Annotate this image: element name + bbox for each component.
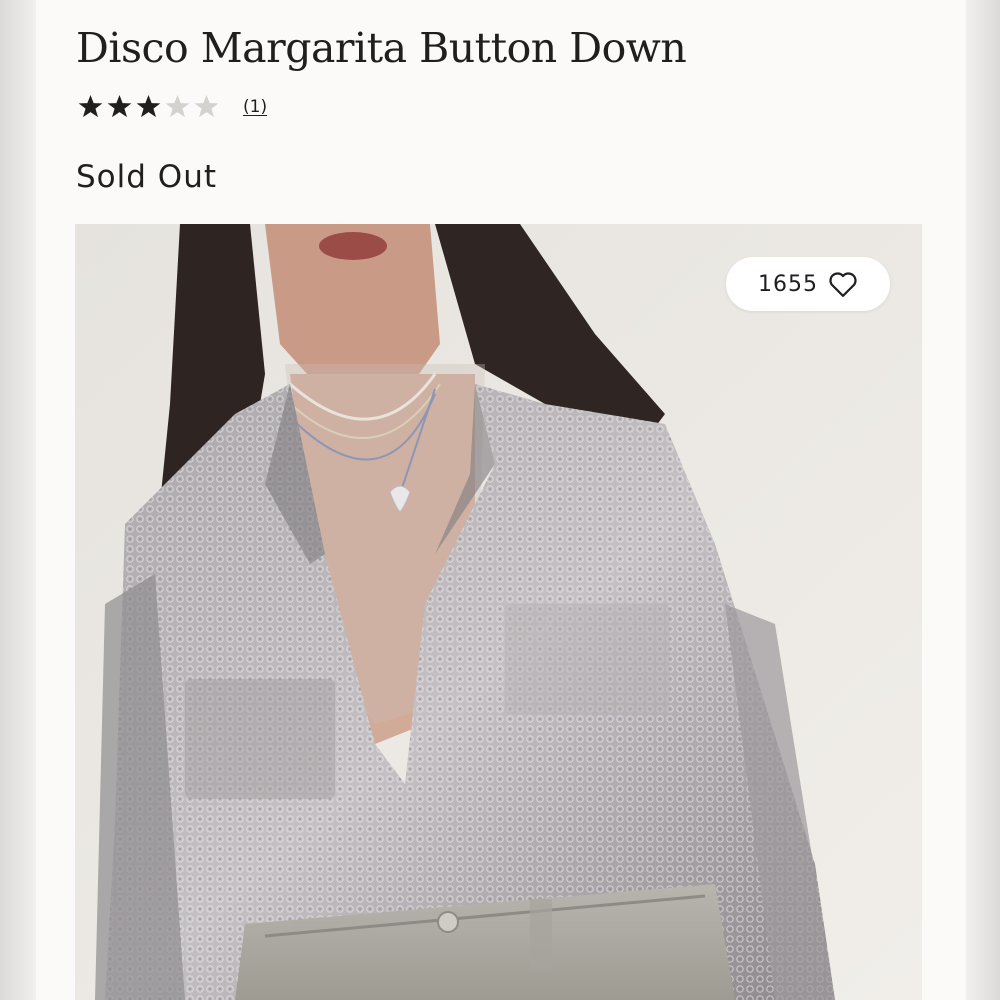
product-photo (75, 224, 922, 1000)
favorite-button[interactable]: 1655 (726, 257, 890, 311)
product-page: Disco Margarita Button Down (1) Sold Out (36, 0, 966, 1000)
star-filled-icon (78, 95, 103, 118)
star-empty-icon (194, 95, 219, 118)
stock-status: Sold Out (76, 159, 217, 195)
right-backdrop (966, 0, 1000, 1000)
rating-stars (76, 92, 221, 121)
left-backdrop (0, 0, 36, 1000)
star-empty-icon (165, 95, 190, 118)
heart-icon (829, 272, 857, 297)
product-image[interactable]: 1655 (75, 224, 922, 1000)
review-count-link[interactable]: (1) (243, 97, 267, 117)
product-title: Disco Margarita Button Down (76, 24, 687, 72)
favorite-count: 1655 (758, 271, 818, 297)
product-rating: (1) (76, 92, 267, 121)
star-filled-icon (107, 95, 132, 118)
star-filled-icon (136, 95, 161, 118)
